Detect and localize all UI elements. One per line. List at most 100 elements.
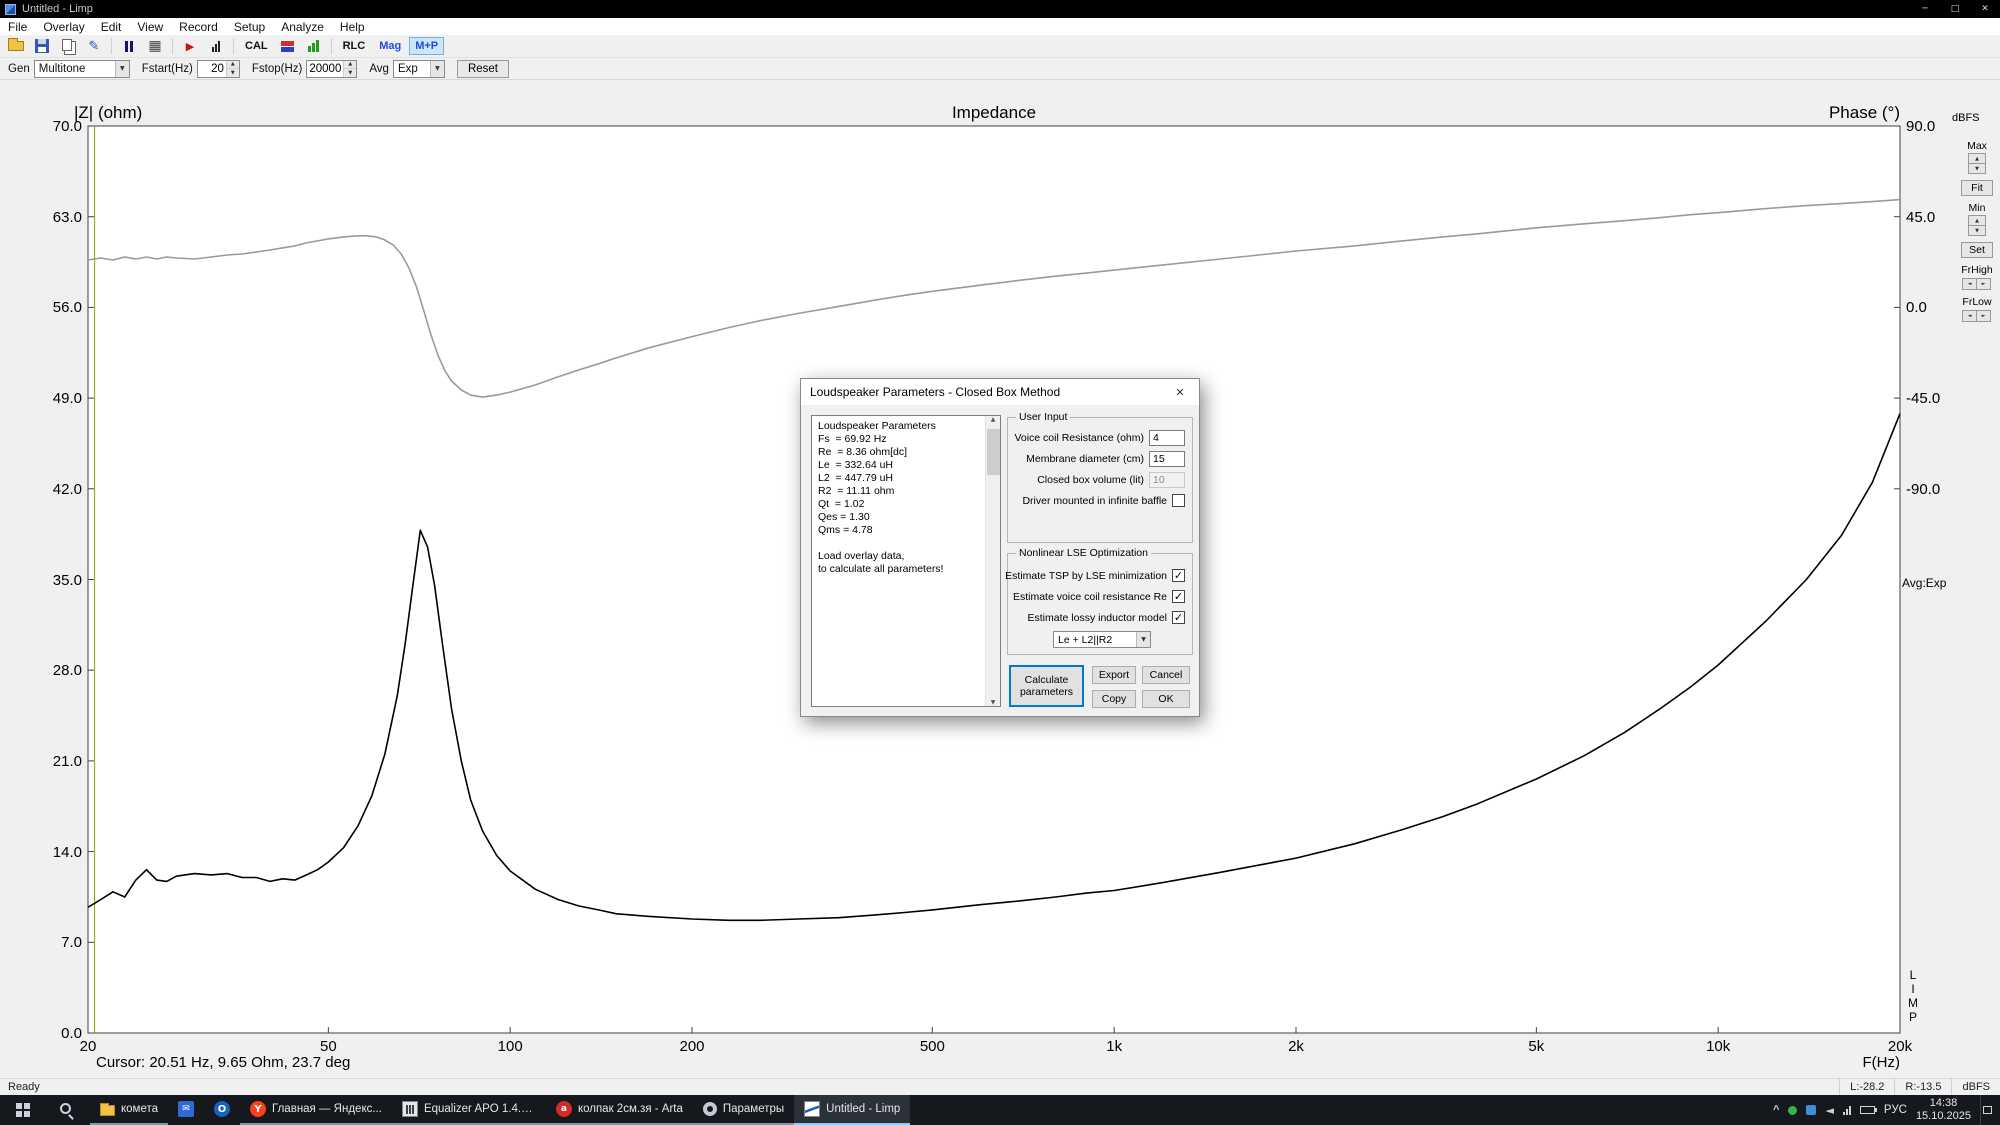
calculate-parameters-button[interactable]: Calculate parameters <box>1009 665 1084 707</box>
fstart-spinner[interactable]: ▲▼ <box>226 61 239 77</box>
frhigh-spinner[interactable]: ◄► <box>1963 278 1991 290</box>
fr-overlay-icon[interactable] <box>276 36 300 56</box>
taskbar-item-label: Главная — Яндекс... <box>272 1103 382 1115</box>
loudspeaker-parameters-dialog: Loudspeaker Parameters - Closed Box Meth… <box>800 378 1200 717</box>
estimate-re-checkbox[interactable]: ✓ <box>1172 590 1185 603</box>
tray-language[interactable]: РУС <box>1884 1104 1907 1116</box>
mag-button[interactable]: Mag <box>373 37 407 55</box>
fstop-spinner[interactable]: ▲▼ <box>343 61 356 77</box>
infinite-baffle-checkbox[interactable] <box>1172 494 1185 507</box>
max-spinner[interactable]: ▲▼ <box>1968 154 1986 174</box>
right-control-panel: Max ▲▼ Fit Min ▲▼ Set FrHigh ◄► FrLow ◄► <box>1956 134 1998 322</box>
taskbar-item-kometa-folder[interactable]: комета <box>90 1095 168 1125</box>
avg-label: Avg <box>369 63 389 75</box>
taskbar-item-arta[interactable]: aколпак 2см.зя - Arta <box>546 1095 693 1125</box>
overlay-pen-icon[interactable]: ✎ <box>82 36 106 56</box>
fstop-input[interactable]: ▲▼ <box>306 60 357 78</box>
dialog-close-icon[interactable]: ✕ <box>1161 379 1199 405</box>
copy-icon[interactable] <box>56 36 80 56</box>
voice-coil-resistance-input[interactable] <box>1149 430 1185 446</box>
cancel-button[interactable]: Cancel <box>1142 666 1190 684</box>
min-spinner[interactable]: ▲▼ <box>1968 216 1986 236</box>
estimate-lossy-inductor-label: Estimate lossy inductor model <box>1028 612 1167 624</box>
y-left-tick-label: 49.0 <box>28 390 82 407</box>
mail-icon: ✉ <box>178 1101 194 1117</box>
tray-chevron-icon[interactable]: ^ <box>1773 1104 1779 1116</box>
taskbar-item-limp[interactable]: Untitled - Limp <box>794 1095 910 1125</box>
scroll-up-icon[interactable]: ▲ <box>991 416 996 423</box>
dialog-titlebar[interactable]: Loudspeaker Parameters - Closed Box Meth… <box>801 379 1199 405</box>
taskbar-item-mail[interactable]: ✉ <box>168 1095 204 1125</box>
cal-button[interactable]: CAL <box>239 37 274 55</box>
taskbar-item-yandex-browser[interactable]: YГлавная — Яндекс... <box>240 1095 392 1125</box>
taskbar-item-equalizer-apo[interactable]: Equalizer APO 1.4.1... <box>392 1095 546 1125</box>
menu-setup[interactable]: Setup <box>226 18 273 35</box>
inductor-model-select[interactable]: Le + L2||R2 ▼ <box>1053 631 1151 648</box>
taskbar-item-label: Параметры <box>723 1103 784 1115</box>
open-icon[interactable] <box>4 36 28 56</box>
taskbar-item-label: комета <box>121 1103 158 1115</box>
tray-network-icon[interactable] <box>1843 1106 1851 1115</box>
mp-button[interactable]: M+P <box>409 37 444 55</box>
play-icon[interactable]: ▶ <box>178 36 202 56</box>
system-tray: ^ ◄ РУС 14:38 15.10.2025 <box>1767 1095 2000 1125</box>
minimize-button[interactable]: ─ <box>1910 0 1940 18</box>
fstop-value[interactable] <box>307 62 343 76</box>
scrollbar-thumb[interactable] <box>987 429 1000 475</box>
menu-view[interactable]: View <box>129 18 171 35</box>
set-button[interactable]: Set <box>1961 242 1993 258</box>
taskbar-item-outlook[interactable]: O <box>204 1095 240 1125</box>
menu-help[interactable]: Help <box>332 18 373 35</box>
menu-file[interactable]: File <box>0 18 35 35</box>
avg-value: Exp <box>394 63 430 75</box>
spectrum-icon[interactable] <box>204 36 228 56</box>
dialog-field-row: Closed box volume (lit) <box>1009 469 1191 490</box>
pause-icon[interactable] <box>117 36 141 56</box>
parameters-results-box[interactable]: Loudspeaker Parameters Fs = 69.92 Hz Re … <box>811 415 1001 707</box>
table-icon[interactable]: ▦ <box>143 36 167 56</box>
estimate-tsp-lse-checkbox[interactable]: ✓ <box>1172 569 1185 582</box>
copy-button[interactable]: Copy <box>1092 690 1136 708</box>
results-scrollbar[interactable]: ▲ ▼ <box>985 416 1000 706</box>
ok-button[interactable]: OK <box>1142 690 1190 708</box>
y-left-tick-label: 14.0 <box>28 844 82 861</box>
avg-select[interactable]: Exp ▼ <box>393 60 445 78</box>
taskbar-item-settings[interactable]: Параметры <box>693 1095 794 1125</box>
fstart-input[interactable]: ▲▼ <box>197 60 240 78</box>
generator-icon[interactable] <box>302 36 326 56</box>
tray-clock[interactable]: 14:38 15.10.2025 <box>1916 1097 1971 1123</box>
membrane-diameter-input[interactable] <box>1149 451 1185 467</box>
tray-app-icon[interactable] <box>1806 1105 1816 1115</box>
export-button[interactable]: Export <box>1092 666 1136 684</box>
x-tick-label: 10k <box>1688 1038 1748 1055</box>
tray-volume-icon[interactable]: ◄ <box>1825 1104 1833 1117</box>
closed-box-volume-input[interactable] <box>1149 472 1185 488</box>
save-icon[interactable] <box>30 36 54 56</box>
menu-edit[interactable]: Edit <box>93 18 130 35</box>
app-icon <box>5 4 16 15</box>
menu-analyze[interactable]: Analyze <box>273 18 332 35</box>
start-button[interactable] <box>0 1095 45 1125</box>
frlow-spinner[interactable]: ◄► <box>1963 310 1991 322</box>
scroll-down-icon[interactable]: ▼ <box>991 699 996 706</box>
search-button[interactable] <box>45 1095 90 1125</box>
chevron-down-icon: ▼ <box>1136 632 1150 647</box>
close-button[interactable]: ✕ <box>1970 0 2000 18</box>
generator-select[interactable]: Multitone ▼ <box>34 60 130 78</box>
tray-battery-icon[interactable] <box>1860 1106 1875 1114</box>
reset-button[interactable]: Reset <box>457 60 509 78</box>
cursor-readout: Cursor: 20.51 Hz, 9.65 Ohm, 23.7 deg <box>96 1054 350 1071</box>
notification-center-icon[interactable] <box>1980 1095 1994 1125</box>
dialog-field-row: Estimate voice coil resistance Re✓ <box>1009 586 1191 607</box>
fit-button[interactable]: Fit <box>1961 180 1993 196</box>
rlc-button[interactable]: RLC <box>337 37 372 55</box>
estimate-lossy-inductor-checkbox[interactable]: ✓ <box>1172 611 1185 624</box>
tray-antivirus-icon[interactable] <box>1788 1106 1797 1115</box>
menu-record[interactable]: Record <box>171 18 226 35</box>
menu-overlay[interactable]: Overlay <box>35 18 92 35</box>
toolbar-separator <box>233 38 234 54</box>
fstart-value[interactable] <box>198 62 226 76</box>
maximize-button[interactable]: □ <box>1940 0 1970 18</box>
fstart-label: Fstart(Hz) <box>142 63 193 75</box>
dialog-field-row: Estimate lossy inductor model ✓ <box>1009 607 1191 628</box>
